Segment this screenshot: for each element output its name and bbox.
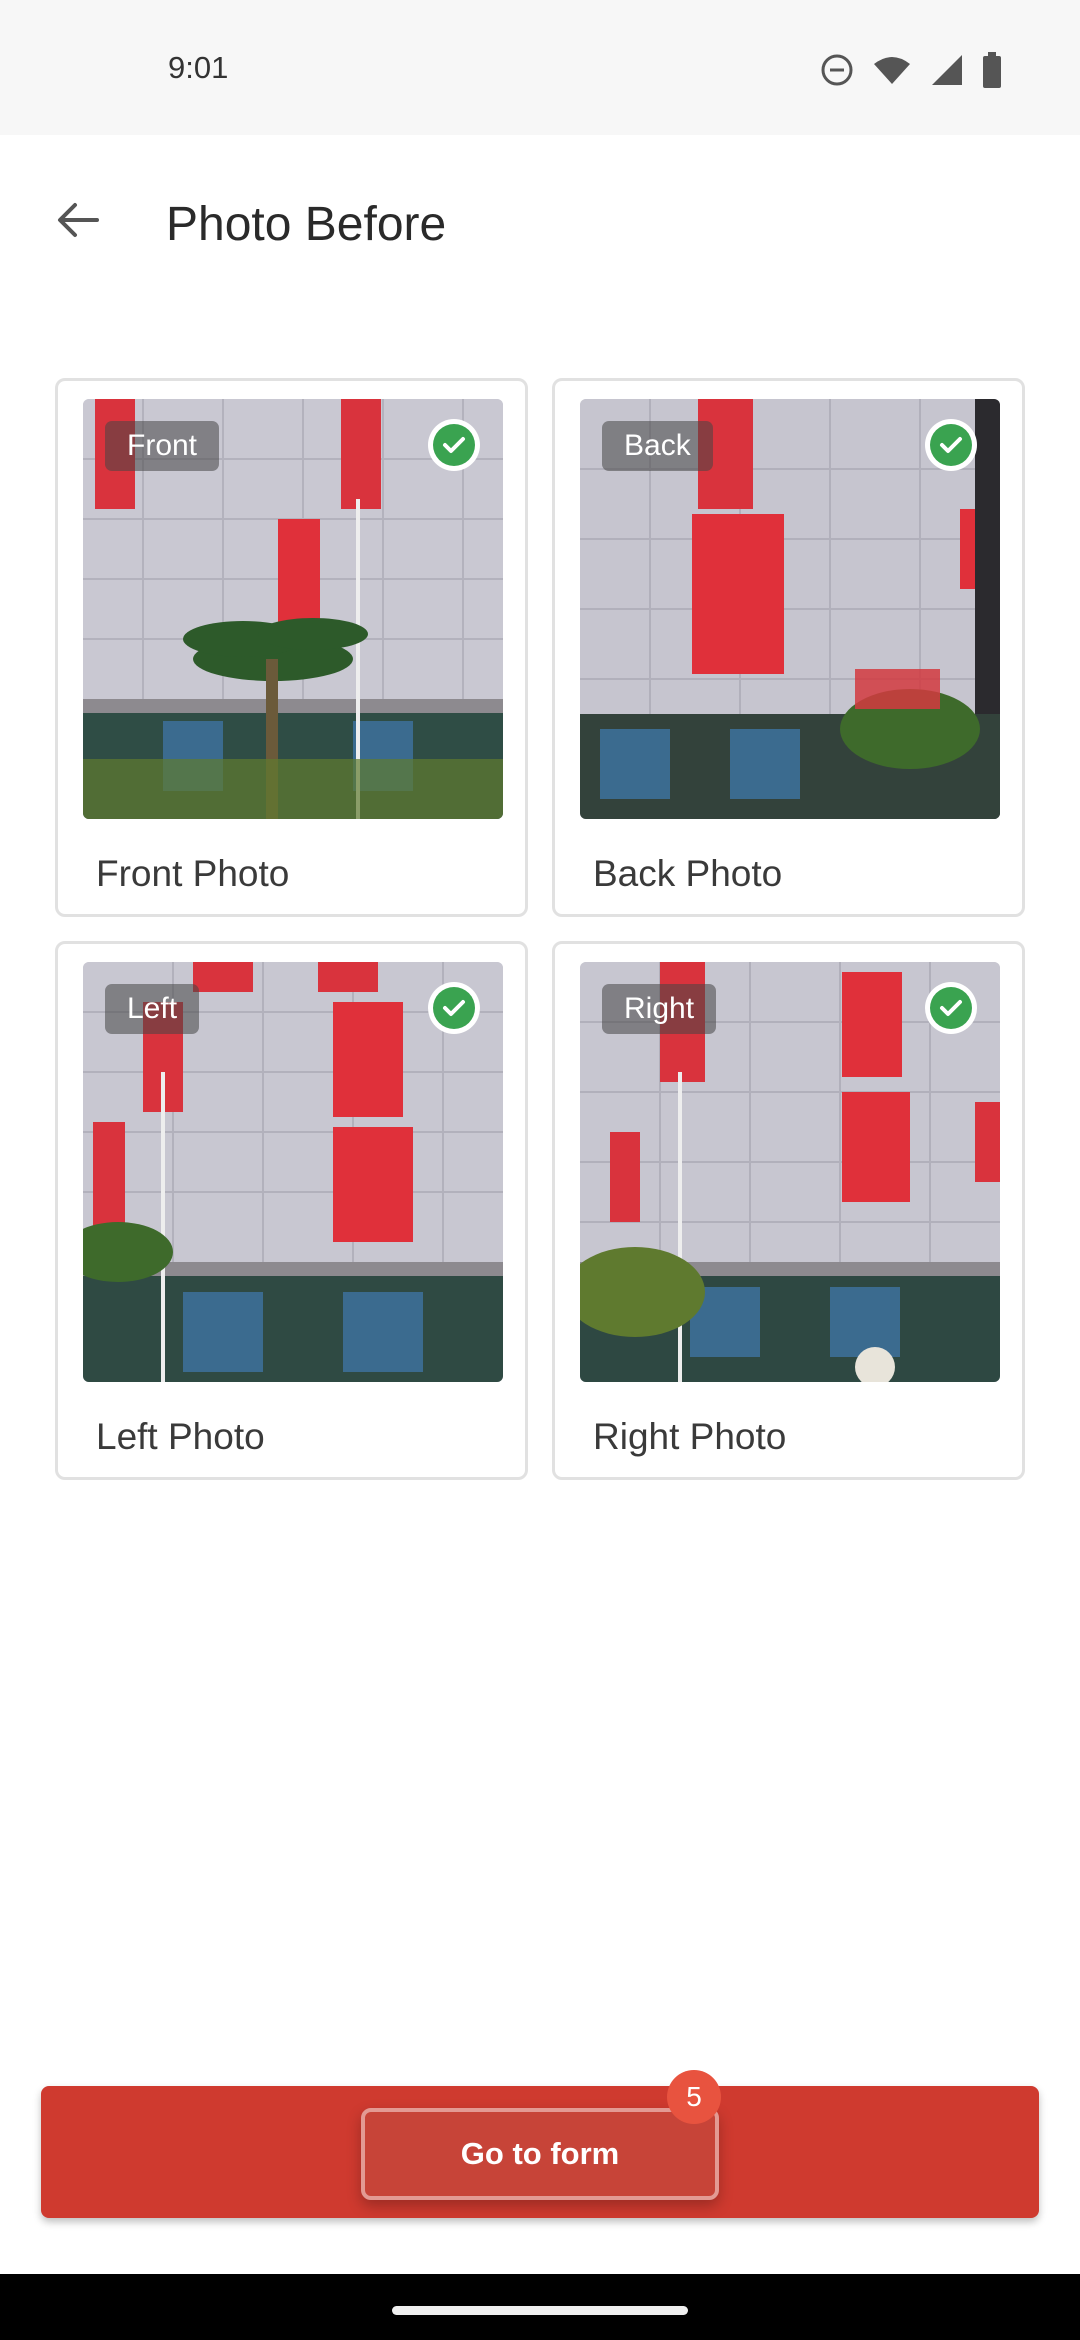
check-icon	[925, 982, 977, 1034]
navigation-bar	[0, 2274, 1080, 2340]
status-time: 9:01	[168, 50, 229, 85]
photo-label: Right Photo	[593, 1416, 787, 1457]
battery-icon	[982, 52, 1002, 93]
photo-tag: Back	[602, 421, 713, 471]
check-icon	[428, 982, 480, 1034]
photo-label: Front Photo	[96, 853, 290, 894]
photo-tag: Left	[105, 984, 200, 1034]
photo-grid: Front Front Photo Back Back Photo Left L…	[55, 378, 1025, 1480]
photo-card-back[interactable]: Back Back Photo	[552, 378, 1025, 917]
arrow-left-icon	[53, 196, 101, 249]
home-indicator[interactable]	[392, 2306, 688, 2315]
status-bar: 9:01	[0, 0, 1080, 135]
bottom-bar: Go to form 5	[41, 2070, 1039, 2218]
photo-tag: Front	[105, 421, 220, 471]
check-icon	[428, 419, 480, 471]
page-title: Photo Before	[166, 198, 447, 251]
photo-label: Back Photo	[593, 853, 783, 894]
back-button[interactable]	[42, 187, 112, 257]
wifi-icon	[872, 54, 912, 91]
app-bar: Photo Before	[0, 135, 1080, 315]
photo-card-front[interactable]: Front Front Photo	[55, 378, 528, 917]
do-not-disturb-icon	[820, 53, 854, 92]
check-icon	[925, 419, 977, 471]
count-badge: 5	[667, 2070, 721, 2124]
signal-icon	[930, 53, 964, 92]
status-icons	[820, 52, 1002, 93]
go-to-form-button[interactable]: Go to form	[361, 2108, 719, 2200]
photo-card-right[interactable]: Right Right Photo	[552, 941, 1025, 1480]
photo-card-left[interactable]: Left Left Photo	[55, 941, 528, 1480]
photo-label: Left Photo	[96, 1416, 265, 1457]
photo-tag: Right	[602, 984, 717, 1034]
